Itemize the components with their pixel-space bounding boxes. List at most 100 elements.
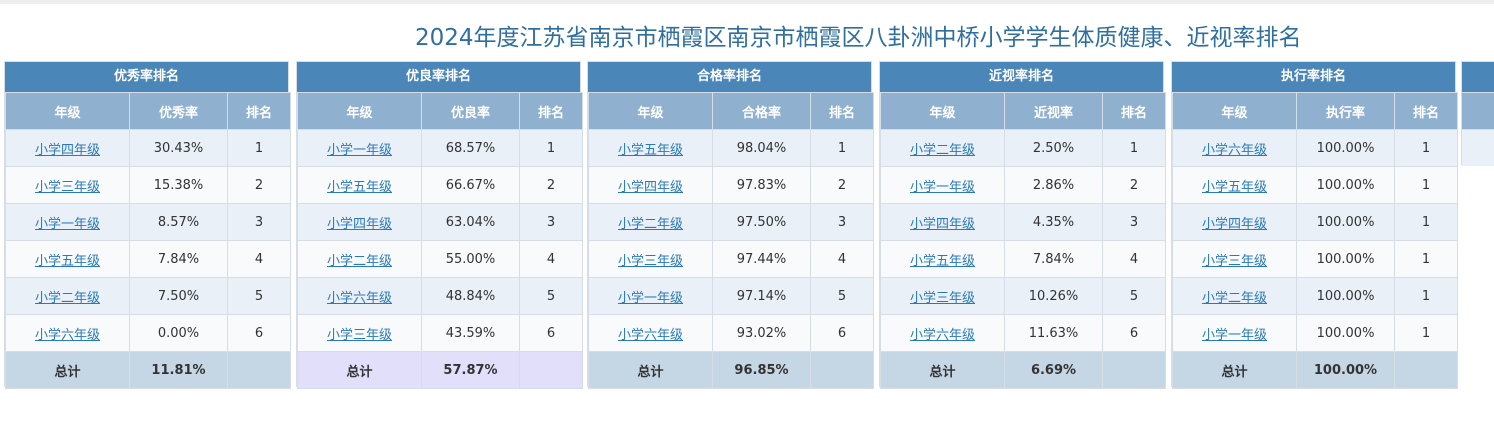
table-row: 小学二年级 7.50% 5 [5,277,291,315]
grade-link[interactable]: 小学一年级 [327,143,392,158]
total-label: 总计 [588,351,713,389]
rank-cell: 6 [810,314,874,352]
grade-link[interactable]: 小学五年级 [618,143,683,158]
header-rank: 排名 [1102,92,1166,130]
rate-cell: 97.83% [712,166,811,204]
total-rank [1394,351,1458,389]
grade-link[interactable]: 小学二年级 [327,254,392,269]
total-row: 总计 100.00% [1172,351,1458,389]
grade-link[interactable]: 小学二年级 [618,217,683,232]
rank-cell: 1 [1394,203,1458,241]
header-rate: 合格率 [712,92,811,130]
total-label: 总计 [1172,351,1297,389]
table-row: 小学五年级 100.00% 1 [1172,166,1458,204]
grade-link[interactable]: 小学四年级 [910,217,975,232]
grade-link[interactable]: 小学六年级 [327,291,392,306]
rate-cell: 2.86% [1004,166,1103,204]
grade-link[interactable]: 小学六年级 [618,328,683,343]
grade-link[interactable]: 小学三年级 [910,291,975,306]
grade-link[interactable]: 小学二年级 [1202,291,1267,306]
header-grade: 年级 [5,92,130,130]
rate-cell: 100.00% [1296,277,1395,315]
total-rank [227,351,291,389]
table-row: 小学四年级 63.04% 3 [297,203,583,241]
partial-panel-edge [1461,61,1494,166]
rate-cell: 63.04% [421,203,520,241]
grade-link[interactable]: 小学五年级 [910,254,975,269]
header-rate: 优秀率 [129,92,228,130]
table-row: 小学三年级 10.26% 5 [880,277,1166,315]
panel-execution-rate: 执行率排名 年级 执行率 排名 小学六年级 100.00% 1 小学五年级 100.0… [1171,61,1458,389]
grade-link[interactable]: 小学六年级 [910,328,975,343]
rank-cell: 2 [810,166,874,204]
table-row: 小学六年级 48.84% 5 [297,277,583,315]
rank-cell: 5 [1102,277,1166,315]
table-row: 小学二年级 100.00% 1 [1172,277,1458,315]
table-row: 小学四年级 100.00% 1 [1172,203,1458,241]
header-rate: 优良率 [421,92,520,130]
rank-cell: 1 [1394,314,1458,352]
table-row: 小学三年级 97.44% 4 [588,240,874,278]
table-row: 小学三年级 43.59% 6 [297,314,583,352]
total-rate: 6.69% [1004,351,1103,389]
total-rate: 100.00% [1296,351,1395,389]
grade-link[interactable]: 小学三年级 [327,328,392,343]
rate-cell: 7.84% [129,240,228,278]
grade-link[interactable]: 小学三年级 [1202,254,1267,269]
grade-link[interactable]: 小学四年级 [35,143,100,158]
table-row: 小学六年级 11.63% 6 [880,314,1166,352]
panel-excellent-rate: 优秀率排名 年级 优秀率 排名 小学四年级 30.43% 1 小学三年级 15.38%… [4,61,291,389]
rate-cell: 93.02% [712,314,811,352]
grade-link[interactable]: 小学二年级 [35,291,100,306]
grade-link[interactable]: 小学一年级 [910,180,975,195]
table-row: 小学一年级 100.00% 1 [1172,314,1458,352]
grade-link[interactable]: 小学六年级 [1202,143,1267,158]
header-rank: 排名 [227,92,291,130]
table-row: 小学六年级 93.02% 6 [588,314,874,352]
rank-cell: 1 [810,129,874,167]
grade-link[interactable]: 小学六年级 [35,328,100,343]
grade-link[interactable]: 小学五年级 [35,254,100,269]
panel-title: 优良率排名 [297,62,580,92]
header-grade: 年级 [297,92,422,130]
ranking-table: 年级 优秀率 排名 小学四年级 30.43% 1 小学三年级 15.38% 2 小学一年… [5,92,291,389]
rank-cell: 4 [519,240,583,278]
total-rate: 96.85% [712,351,811,389]
rate-cell: 8.57% [129,203,228,241]
grade-link[interactable]: 小学五年级 [1202,180,1267,195]
rate-cell: 100.00% [1296,240,1395,278]
total-row: 总计 6.69% [880,351,1166,389]
grade-link[interactable]: 小学四年级 [1202,217,1267,232]
total-label: 总计 [880,351,1005,389]
grade-link[interactable]: 小学四年级 [618,180,683,195]
rank-cell: 1 [1394,240,1458,278]
panel-title: 执行率排名 [1172,62,1455,92]
table-row: 小学五年级 7.84% 4 [880,240,1166,278]
rate-cell: 100.00% [1296,166,1395,204]
rank-cell: 4 [227,240,291,278]
ranking-table: 年级 近视率 排名 小学二年级 2.50% 1 小学一年级 2.86% 2 小学四年级 4… [880,92,1166,389]
table-row: 小学一年级 2.86% 2 [880,166,1166,204]
grade-link[interactable]: 小学三年级 [35,180,100,195]
rate-cell: 100.00% [1296,129,1395,167]
header-grade: 年级 [1172,92,1297,130]
grade-link[interactable]: 小学一年级 [618,291,683,306]
grade-link[interactable]: 小学五年级 [327,180,392,195]
grade-link[interactable]: 小学三年级 [618,254,683,269]
table-row: 小学二年级 97.50% 3 [588,203,874,241]
rank-cell: 4 [1102,240,1166,278]
total-label: 总计 [5,351,130,389]
partial-panel-row [1462,129,1494,166]
grade-link[interactable]: 小学四年级 [327,217,392,232]
rate-cell: 30.43% [129,129,228,167]
grade-link[interactable]: 小学一年级 [35,217,100,232]
grade-link[interactable]: 小学二年级 [910,143,975,158]
table-row: 小学五年级 66.67% 2 [297,166,583,204]
grade-link[interactable]: 小学一年级 [1202,328,1267,343]
rate-cell: 97.50% [712,203,811,241]
ranking-table: 年级 合格率 排名 小学五年级 98.04% 1 小学四年级 97.83% 2 小学二年… [588,92,874,389]
total-row: 总计 96.85% [588,351,874,389]
total-rank [519,351,583,389]
rank-cell: 6 [519,314,583,352]
rank-cell: 1 [1394,277,1458,315]
